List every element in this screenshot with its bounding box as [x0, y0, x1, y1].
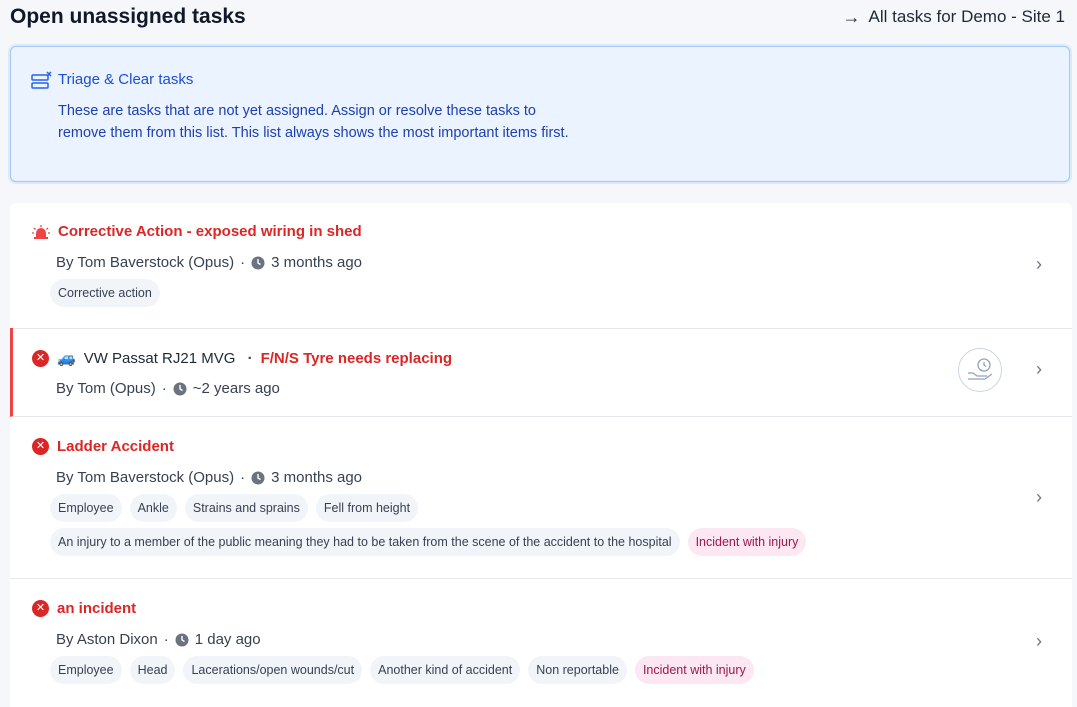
x-circle-icon: ✕: [32, 349, 49, 367]
tag-chip: Head: [129, 656, 176, 684]
clock-icon: [173, 382, 187, 395]
task-tags-secondary: An injury to a member of the public mean…: [50, 528, 807, 556]
task-author: By Tom Baverstock (Opus): [56, 469, 235, 486]
task-time: 3 months ago: [271, 254, 363, 271]
tag-chip: Non reportable: [528, 656, 627, 684]
task-title: ✕ 🚙 VW Passat RJ21 MVG · F/N/S Tyre need…: [32, 349, 452, 367]
task-author: By Aston Dixon: [56, 631, 158, 648]
task-time: 3 months ago: [271, 469, 363, 486]
chevron-right-icon[interactable]: ›: [1036, 254, 1042, 275]
page-header: Open unassigned tasks → All tasks for De…: [10, 0, 1065, 34]
car-icon: 🚙: [57, 350, 76, 367]
tag-chip-incident: Incident with injury: [687, 528, 807, 556]
task-meta: By Tom (Opus) · ~2 years ago: [56, 380, 280, 397]
tag-chip-incident: Incident with injury: [634, 656, 754, 684]
callout-text: These are tasks that are not yet assigne…: [58, 103, 569, 141]
task-tags: Corrective action: [50, 279, 160, 307]
task-meta: By Tom Baverstock (Opus) · 3 months ago: [56, 254, 363, 271]
tag-chip: Lacerations/open wounds/cut: [183, 656, 363, 684]
chevron-right-icon[interactable]: ›: [1036, 631, 1042, 652]
task-tags: Employee Head Lacerations/open wounds/cu…: [50, 656, 754, 684]
tag-chip: Employee: [50, 656, 122, 684]
task-meta: By Aston Dixon · 1 day ago: [56, 631, 261, 648]
task-time: ~2 years ago: [192, 380, 280, 397]
task-author: By Tom Baverstock (Opus): [56, 254, 235, 271]
triage-callout: Triage & Clear tasks These are tasks tha…: [10, 46, 1070, 182]
tag-chip: Employee: [50, 494, 122, 522]
task-title-text: an incident: [57, 600, 137, 617]
task-row[interactable]: ✕ an incident By Aston Dixon · 1 day ago…: [10, 578, 1072, 707]
x-circle-icon: ✕: [32, 438, 49, 455]
all-tasks-link[interactable]: → All tasks for Demo - Site 1: [842, 7, 1065, 28]
task-meta: By Tom Baverstock (Opus) · 3 months ago: [56, 469, 363, 486]
task-row[interactable]: ✕ Ladder Accident By Tom Baverstock (Opu…: [10, 416, 1072, 579]
task-title-text: F/N/S Tyre needs replacing: [260, 349, 453, 367]
all-tasks-link-label: All tasks for Demo - Site 1: [868, 7, 1065, 26]
chevron-right-icon[interactable]: ›: [1036, 359, 1042, 380]
page-title: Open unassigned tasks: [10, 5, 246, 28]
tag-chip: Another kind of accident: [370, 656, 521, 684]
task-title: Corrective Action - exposed wiring in sh…: [32, 223, 362, 240]
tag-chip: Ankle: [129, 494, 177, 522]
task-title: ✕ an incident: [32, 600, 136, 617]
chevron-right-icon[interactable]: ›: [1036, 487, 1042, 508]
tag-chip: An injury to a member of the public mean…: [50, 528, 680, 556]
tag-chip: Corrective action: [50, 279, 160, 307]
clock-icon: [251, 471, 265, 484]
task-author: By Tom (Opus): [56, 380, 156, 397]
vehicle-name: VW Passat RJ21 MVG: [83, 349, 236, 367]
triage-icon: [31, 71, 53, 96]
clock-icon: [175, 633, 189, 646]
callout-title: Triage & Clear tasks: [58, 71, 194, 88]
task-row[interactable]: ✕ 🚙 VW Passat RJ21 MVG · F/N/S Tyre need…: [10, 328, 1072, 417]
siren-icon: [32, 224, 50, 239]
arrow-right-icon: →: [842, 6, 861, 27]
x-circle-icon: ✕: [32, 600, 49, 617]
task-time: 1 day ago: [194, 631, 261, 648]
tag-chip: Strains and sprains: [184, 494, 308, 522]
snooze-button[interactable]: [958, 348, 1002, 392]
task-tags: Employee Ankle Strains and sprains Fell …: [50, 494, 419, 522]
task-row[interactable]: Corrective Action - exposed wiring in sh…: [10, 203, 1072, 329]
tag-chip: Fell from height: [315, 494, 419, 522]
task-title-text: Ladder Accident: [57, 438, 174, 455]
task-title-text: Corrective Action - exposed wiring in sh…: [58, 223, 362, 240]
task-title: ✕ Ladder Accident: [32, 438, 174, 455]
clock-icon: [251, 256, 265, 269]
task-list: Corrective Action - exposed wiring in sh…: [10, 203, 1072, 707]
snooze-clock-icon: [968, 358, 993, 380]
